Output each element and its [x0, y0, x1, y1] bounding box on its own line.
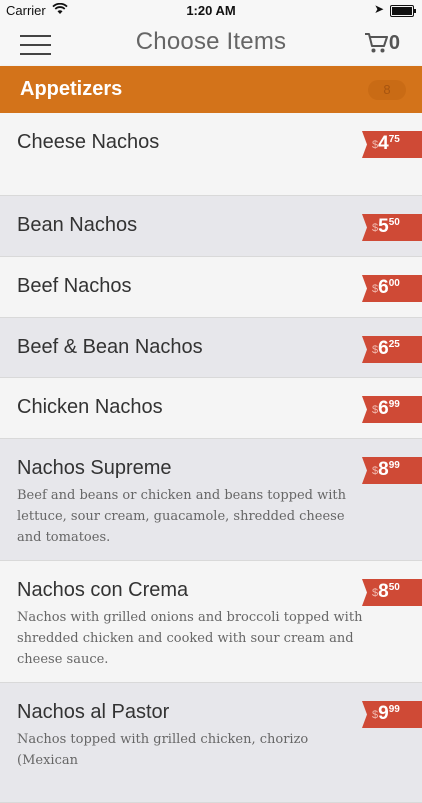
menu-item-description: Nachos topped with grilled chicken, chor…	[17, 732, 309, 768]
menu-item[interactable]: Beef Nachos $600	[0, 257, 422, 318]
price-cents: 25	[388, 339, 400, 350]
price-tag: $625	[362, 336, 422, 363]
price-tag: $999	[362, 701, 422, 728]
price-cents: 99	[388, 399, 400, 410]
price-tag: $475	[362, 131, 422, 158]
price-dollars: 5	[378, 216, 389, 237]
price-cents: 00	[388, 278, 400, 289]
menu-item-description: Nachos with grilled onions and broccoli …	[17, 610, 363, 667]
menu-item-price: $625	[372, 338, 400, 360]
menu-item-price: $550	[372, 216, 400, 238]
menu-item-list: Cheese Nachos $475 Bean Nachos $550 Beef Nac…	[0, 113, 422, 803]
price-tag: $899	[362, 457, 422, 484]
menu-item-name: Cheese Nachos	[17, 131, 160, 153]
price-dollars: 6	[378, 398, 389, 419]
price-cents: 50	[388, 217, 400, 228]
menu-item-price: $999	[372, 703, 400, 725]
price-dollars: 6	[378, 277, 389, 298]
price-dollars: 9	[378, 703, 389, 724]
menu-item-name: Bean Nachos	[17, 214, 138, 236]
price-cents: 99	[388, 460, 400, 471]
price-dollars: 8	[378, 581, 389, 602]
menu-item-name: Nachos al Pastor	[17, 701, 170, 723]
price-cents: 75	[388, 134, 400, 145]
category-count-badge: 8	[368, 80, 406, 100]
price-tag: $600	[362, 275, 422, 302]
menu-item[interactable]: Nachos al Pastor Nachos topped with grill…	[0, 683, 422, 803]
price-cents: 50	[388, 582, 400, 593]
menu-item-name: Beef & Bean Nachos	[17, 336, 203, 358]
navigation-bar: Choose Items 0	[0, 22, 422, 66]
menu-item-name: Nachos con Crema	[17, 579, 189, 601]
menu-item-price: $899	[372, 459, 400, 481]
menu-item[interactable]: Beef & Bean Nachos $625	[0, 318, 422, 378]
price-dollars: 8	[378, 459, 389, 480]
price-tag: $850	[362, 579, 422, 606]
menu-item-price: $699	[372, 398, 400, 420]
location-arrow-icon: ➤	[373, 2, 384, 16]
menu-item[interactable]: Bean Nachos $550	[0, 196, 422, 257]
menu-item-price: $475	[372, 133, 400, 155]
menu-item-price: $600	[372, 277, 400, 299]
price-dollars: 6	[378, 338, 389, 359]
status-bar: Carrier 1:20 AM ➤	[0, 0, 422, 22]
cart-count: 0	[388, 32, 400, 54]
menu-item[interactable]: Cheese Nachos $475	[0, 113, 422, 196]
menu-item-price: $850	[372, 581, 400, 603]
category-header-appetizers[interactable]: Appetizers 8	[0, 66, 422, 113]
page-title: Choose Items	[135, 28, 287, 55]
status-time: 1:20 AM	[186, 3, 236, 18]
menu-item[interactable]: Nachos Supreme Beef and beans or chicken …	[0, 439, 422, 561]
price-tag: $699	[362, 396, 422, 423]
battery-icon	[390, 5, 416, 17]
price-cents: 99	[388, 704, 400, 715]
price-tag: $550	[362, 214, 422, 241]
cart-icon	[365, 33, 388, 53]
menu-item-name: Nachos Supreme	[17, 457, 172, 479]
menu-item[interactable]: Nachos con Crema Nachos with grilled onio…	[0, 561, 422, 683]
cart-button[interactable]: 0	[364, 31, 400, 57]
category-title: Appetizers	[20, 78, 123, 100]
menu-item[interactable]: Chicken Nachos $699	[0, 378, 422, 439]
menu-item-description: Beef and beans or chicken and beans topp…	[17, 488, 346, 545]
menu-item-name: Chicken Nachos	[17, 396, 163, 418]
price-dollars: 4	[378, 133, 389, 154]
menu-item-name: Beef Nachos	[17, 275, 132, 297]
